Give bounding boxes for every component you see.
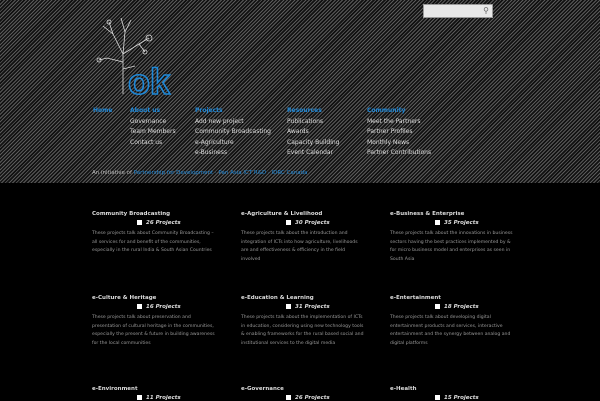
nav-community-heading[interactable]: Community: [367, 106, 431, 117]
nav-link-events[interactable]: Event Calendar: [287, 148, 339, 159]
nav-link-team[interactable]: Team Members: [130, 127, 176, 138]
nav-link-agriculture[interactable]: e-Agriculture: [195, 138, 271, 149]
square-bullet-icon: [435, 220, 440, 225]
category-count-text: 18 Projects: [444, 304, 479, 310]
category-count-text: 15 Projects: [444, 395, 479, 401]
nav-column-projects: Projects Add new project Community Broad…: [195, 106, 271, 159]
nav-column-home: Home: [93, 106, 112, 117]
nav-link-governance[interactable]: Governance: [130, 117, 176, 128]
logo-letters: ok: [128, 61, 171, 99]
square-bullet-icon: [435, 395, 440, 400]
category-count[interactable]: 16 Projects: [92, 304, 222, 310]
partners-links[interactable]: Partnership for Development · Pan Asia I…: [134, 170, 308, 176]
square-bullet-icon: [137, 220, 142, 225]
category-count[interactable]: 30 Projects: [241, 220, 371, 226]
nav-link-capacity[interactable]: Capacity Building: [287, 138, 339, 149]
category-count[interactable]: 18 Projects: [390, 304, 520, 310]
nav-link-awards[interactable]: Awards: [287, 127, 339, 138]
category-count[interactable]: 31 Projects: [241, 304, 371, 310]
square-bullet-icon: [137, 395, 142, 400]
square-bullet-icon: [286, 395, 291, 400]
nav-link-contact[interactable]: Contact us: [130, 138, 176, 149]
category-count-text: 26 Projects: [146, 220, 181, 226]
category-count[interactable]: 26 Projects: [241, 395, 371, 401]
header-banner: ⚲ ok Home About us Governance Team Membe…: [0, 0, 600, 183]
nav-link-publications[interactable]: Publications: [287, 117, 339, 128]
nav-projects-heading[interactable]: Projects: [195, 106, 271, 117]
category-count[interactable]: 35 Projects: [390, 220, 520, 226]
square-bullet-icon: [286, 304, 291, 309]
category-description: These projects talk about the innovation…: [390, 231, 513, 262]
category-title[interactable]: e-Agriculture & Livelihood: [241, 211, 371, 217]
search-icon[interactable]: ⚲: [481, 6, 491, 16]
category-title[interactable]: e-Culture & Heritage: [92, 295, 222, 301]
category-card: e-Governance 26 Projects: [241, 386, 371, 401]
category-card: e-Agriculture & Livelihood 30 Projects T…: [241, 211, 371, 264]
partners-label: An initiative of: [92, 170, 132, 176]
nav-link-broadcasting[interactable]: Community Broadcasting: [195, 127, 271, 138]
category-description: These projects talk about preservation a…: [92, 315, 215, 346]
nav-link-contributions[interactable]: Partner Contributions: [367, 148, 431, 159]
category-title[interactable]: Community Broadcasting: [92, 211, 222, 217]
category-title[interactable]: e-Business & Enterprise: [390, 211, 520, 217]
category-card: e-Environment 11 Projects: [92, 386, 222, 401]
category-description: These projects talk about the implementa…: [241, 315, 364, 346]
nav-link-add-project[interactable]: Add new project: [195, 117, 271, 128]
category-description: These projects talk about the introducti…: [241, 231, 358, 262]
nav-link-news[interactable]: Monthly News: [367, 138, 431, 149]
category-description: These projects talk about developing dig…: [390, 315, 511, 346]
category-count-text: 31 Projects: [295, 304, 330, 310]
category-count-text: 35 Projects: [444, 220, 479, 226]
category-card: e-Entertainment 18 Projects These projec…: [390, 295, 520, 348]
nav-column-about: About us Governance Team Members Contact…: [130, 106, 176, 148]
nav-link-partners[interactable]: Meet the Partners: [367, 117, 431, 128]
category-count[interactable]: 26 Projects: [92, 220, 222, 226]
category-card: e-Business & Enterprise 35 Projects Thes…: [390, 211, 520, 264]
category-card: e-Health 15 Projects: [390, 386, 520, 401]
category-title[interactable]: e-Health: [390, 386, 520, 392]
tree-logo-icon[interactable]: ok: [95, 14, 185, 99]
nav-column-resources: Resources Publications Awards Capacity B…: [287, 106, 339, 159]
category-count[interactable]: 15 Projects: [390, 395, 520, 401]
category-count[interactable]: 11 Projects: [92, 395, 222, 401]
nav-resources-heading[interactable]: Resources: [287, 106, 339, 117]
category-count-text: 11 Projects: [146, 395, 181, 401]
category-grid: Community Broadcasting 26 Projects These…: [0, 183, 600, 401]
category-title[interactable]: e-Education & Learning: [241, 295, 371, 301]
category-title[interactable]: e-Entertainment: [390, 295, 520, 301]
square-bullet-icon: [137, 304, 142, 309]
nav-column-community: Community Meet the Partners Partner Prof…: [367, 106, 431, 159]
nav-link-profiles[interactable]: Partner Profiles: [367, 127, 431, 138]
category-description: These projects talk about Community Broa…: [92, 231, 214, 254]
partners-line: An initiative of Partnership for Develop…: [92, 170, 307, 176]
category-title[interactable]: e-Governance: [241, 386, 371, 392]
nav-link-business[interactable]: e-Business: [195, 148, 271, 159]
category-card: Community Broadcasting 26 Projects These…: [92, 211, 222, 256]
category-count-text: 30 Projects: [295, 220, 330, 226]
category-card: e-Education & Learning 31 Projects These…: [241, 295, 371, 348]
category-count-text: 26 Projects: [295, 395, 330, 401]
square-bullet-icon: [435, 304, 440, 309]
category-count-text: 16 Projects: [146, 304, 181, 310]
nav-home-link[interactable]: Home: [93, 106, 112, 117]
category-title[interactable]: e-Environment: [92, 386, 222, 392]
square-bullet-icon: [286, 220, 291, 225]
category-card: e-Culture & Heritage 16 Projects These p…: [92, 295, 222, 348]
nav-about-heading[interactable]: About us: [130, 106, 176, 117]
